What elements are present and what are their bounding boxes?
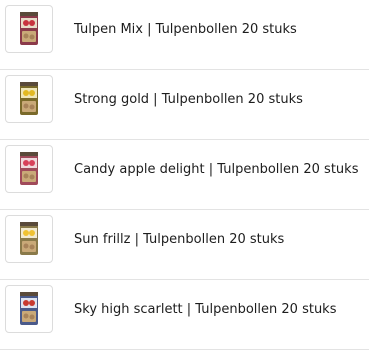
bag-top	[20, 292, 38, 296]
bulb-mark	[23, 173, 29, 179]
flower-mark	[29, 160, 35, 166]
product-title[interactable]: Tulpen Mix | Tulpenbollen 20 stuks	[74, 22, 297, 38]
product-thumbnail[interactable]	[5, 5, 53, 53]
flower-mark	[23, 90, 29, 96]
bulb-mark	[23, 243, 29, 249]
product-row-tulpen-mix[interactable]: Tulpen Mix | Tulpenbollen 20 stuks	[0, 0, 369, 70]
bulb-mark	[29, 34, 35, 40]
product-thumbnail[interactable]	[5, 75, 53, 123]
product-title[interactable]: Sun frillz | Tulpenbollen 20 stuks	[74, 232, 284, 248]
tulip-bag-icon	[20, 222, 38, 255]
product-thumbnail[interactable]	[5, 215, 53, 263]
bag-top	[20, 82, 38, 86]
product-title[interactable]: Strong gold | Tulpenbollen 20 stuks	[74, 92, 303, 108]
product-list: Tulpen Mix | Tulpenbollen 20 stuks Stron…	[0, 0, 369, 350]
bulb-mark	[23, 103, 29, 109]
product-title[interactable]: Sky high scarlett | Tulpenbollen 20 stuk…	[74, 302, 337, 318]
product-thumbnail[interactable]	[5, 145, 53, 193]
product-row-strong-gold[interactable]: Strong gold | Tulpenbollen 20 stuks	[0, 70, 369, 140]
product-row-sky-high-scarlett[interactable]: Sky high scarlett | Tulpenbollen 20 stuk…	[0, 280, 369, 350]
bulb-mark	[29, 174, 35, 180]
tulip-bag-icon	[20, 152, 38, 185]
flower-mark	[23, 300, 29, 306]
flower-mark	[23, 20, 29, 26]
bag-top	[20, 12, 38, 16]
bag-top	[20, 152, 38, 156]
tulip-bag-icon	[20, 82, 38, 115]
bulb-mark	[29, 104, 35, 110]
flower-mark	[29, 300, 35, 306]
bulb-mark	[23, 313, 29, 319]
flower-mark	[29, 230, 35, 236]
product-thumbnail[interactable]	[5, 285, 53, 333]
bag-top	[20, 222, 38, 226]
product-title[interactable]: Candy apple delight | Tulpenbollen 20 st…	[74, 162, 358, 178]
bulb-mark	[29, 244, 35, 250]
product-row-sun-frillz[interactable]: Sun frillz | Tulpenbollen 20 stuks	[0, 210, 369, 280]
bulb-mark	[23, 33, 29, 39]
flower-mark	[23, 230, 29, 236]
tulip-bag-icon	[20, 12, 38, 45]
flower-mark	[29, 20, 35, 26]
tulip-bag-icon	[20, 292, 38, 325]
flower-mark	[29, 90, 35, 96]
bulb-mark	[29, 314, 35, 320]
product-row-candy-apple-delight[interactable]: Candy apple delight | Tulpenbollen 20 st…	[0, 140, 369, 210]
flower-mark	[23, 160, 29, 166]
